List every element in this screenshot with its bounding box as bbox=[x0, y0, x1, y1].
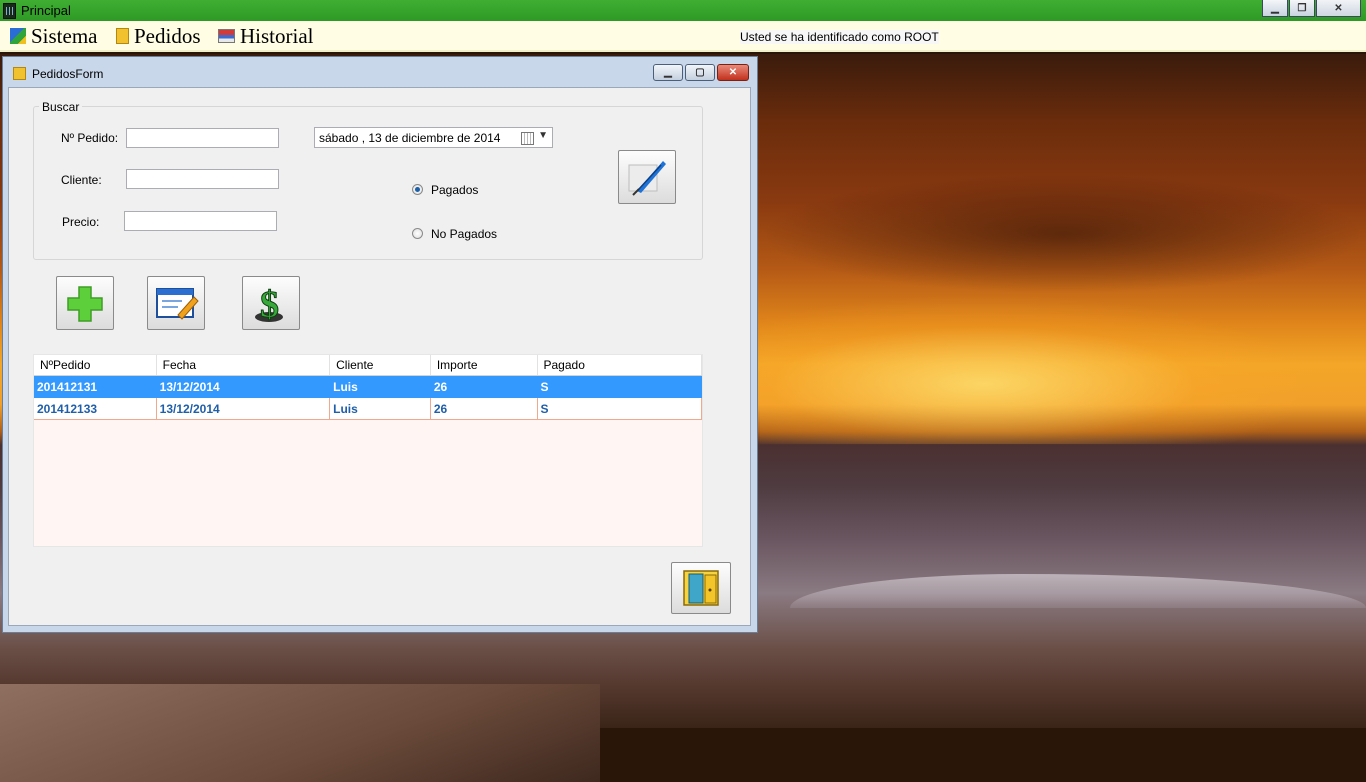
cell-fecha[interactable]: 13/12/2014 bbox=[156, 398, 331, 420]
exit-button[interactable] bbox=[671, 562, 731, 614]
no-pagados-label[interactable]: No Pagados bbox=[431, 227, 497, 241]
pedido-label: Nº Pedido: bbox=[61, 131, 119, 145]
minimize-icon: ▁ bbox=[1271, 2, 1279, 14]
date-value: sábado , 13 de diciembre de 2014 bbox=[319, 131, 501, 145]
precio-input[interactable] bbox=[124, 211, 277, 231]
restore-icon: ❐ bbox=[1297, 2, 1307, 14]
menu-bar: Sistema Pedidos Historial Usted se ha id… bbox=[0, 21, 1366, 52]
menu-item-label: Pedidos bbox=[134, 23, 201, 48]
form-client-area: Buscar Nº Pedido: Cliente: Precio: sábad… bbox=[8, 87, 751, 626]
maximize-icon: ▢ bbox=[695, 67, 705, 78]
plus-icon bbox=[67, 286, 103, 322]
app-icon bbox=[3, 3, 16, 19]
pedidos-icon bbox=[116, 28, 129, 44]
background-wave bbox=[790, 574, 1366, 608]
background-sand bbox=[0, 684, 600, 782]
window-controls: ▁ ❐ ✕ bbox=[1261, 0, 1361, 17]
column-header-pedido[interactable]: NºPedido bbox=[34, 355, 157, 375]
cell-pagado[interactable]: S bbox=[537, 398, 703, 420]
calendar-icon[interactable] bbox=[521, 132, 534, 145]
main-window-title: Principal bbox=[21, 3, 71, 18]
cell-cliente[interactable]: Luis bbox=[330, 376, 431, 398]
search-groupbox: Buscar Nº Pedido: Cliente: Precio: sábad… bbox=[33, 100, 703, 260]
column-header-fecha[interactable]: Fecha bbox=[157, 355, 331, 375]
column-header-pagado[interactable]: Pagado bbox=[538, 355, 702, 375]
menu-item-sistema[interactable]: Sistema bbox=[10, 23, 98, 48]
sistema-icon bbox=[10, 28, 26, 44]
cliente-input[interactable] bbox=[126, 169, 279, 189]
cell-pedido[interactable]: 201412131 bbox=[34, 376, 157, 398]
restore-button[interactable]: ❐ bbox=[1289, 0, 1315, 17]
precio-label: Precio: bbox=[62, 215, 100, 229]
date-picker[interactable]: sábado , 13 de diciembre de 2014 ▼ bbox=[314, 127, 553, 148]
no-pagados-radio[interactable] bbox=[412, 228, 423, 239]
form-icon bbox=[13, 67, 26, 80]
close-icon: ✕ bbox=[1334, 2, 1343, 14]
close-icon: ✕ bbox=[728, 67, 738, 78]
minimize-button[interactable]: ▁ bbox=[1262, 0, 1288, 17]
background-clouds bbox=[760, 174, 1366, 294]
chevron-down-icon[interactable]: ▼ bbox=[538, 130, 548, 141]
login-status: Usted se ha identificado como ROOT bbox=[740, 30, 939, 44]
cell-pagado[interactable]: S bbox=[537, 376, 703, 398]
pagados-radio[interactable] bbox=[412, 184, 423, 195]
minimize-icon: ▁ bbox=[664, 67, 672, 78]
cell-importe[interactable]: 26 bbox=[430, 376, 538, 398]
edit-form-icon bbox=[156, 288, 199, 320]
menu-item-label: Historial bbox=[240, 23, 314, 48]
menu-item-historial[interactable]: Historial bbox=[218, 23, 314, 48]
form-title-bar[interactable]: PedidosForm ▁ ▢ ✕ bbox=[3, 57, 757, 87]
table-row[interactable]: 201412133 13/12/2014 Luis 26 S bbox=[34, 398, 703, 420]
close-button[interactable]: ✕ bbox=[1316, 0, 1361, 17]
form-close-button[interactable]: ✕ bbox=[717, 64, 749, 81]
cell-cliente[interactable]: Luis bbox=[330, 398, 431, 420]
add-pedido-button[interactable] bbox=[56, 276, 114, 330]
form-window-controls: ▁ ▢ ✕ bbox=[651, 64, 749, 81]
cell-fecha[interactable]: 13/12/2014 bbox=[156, 376, 331, 398]
menu-item-label: Sistema bbox=[31, 23, 98, 48]
column-header-cliente[interactable]: Cliente bbox=[330, 355, 431, 375]
search-legend: Buscar bbox=[39, 100, 83, 114]
form-title: PedidosForm bbox=[32, 67, 104, 81]
svg-text:$: $ bbox=[260, 284, 279, 326]
cell-pedido[interactable]: 201412133 bbox=[34, 398, 157, 420]
cell-importe[interactable]: 26 bbox=[430, 398, 538, 420]
quill-icon bbox=[628, 161, 666, 196]
form-maximize-button[interactable]: ▢ bbox=[685, 64, 715, 81]
cliente-label: Cliente: bbox=[61, 173, 102, 187]
exit-door-icon bbox=[683, 570, 719, 606]
pay-pedido-button[interactable]: $ bbox=[242, 276, 300, 330]
pedidos-form-window: PedidosForm ▁ ▢ ✕ Buscar Nº Pedido: Clie… bbox=[2, 56, 758, 633]
table-row[interactable]: 201412131 13/12/2014 Luis 26 S bbox=[34, 376, 703, 398]
search-button[interactable] bbox=[618, 150, 676, 204]
edit-pedido-button[interactable] bbox=[147, 276, 205, 330]
form-minimize-button[interactable]: ▁ bbox=[653, 64, 683, 81]
pedidos-grid[interactable]: NºPedido Fecha Cliente Importe Pagado 20… bbox=[33, 354, 703, 547]
pedido-input[interactable] bbox=[126, 128, 279, 148]
pagados-label[interactable]: Pagados bbox=[431, 183, 478, 197]
column-header-importe[interactable]: Importe bbox=[431, 355, 538, 375]
grid-header: NºPedido Fecha Cliente Importe Pagado bbox=[34, 355, 702, 376]
dollar-icon: $ bbox=[255, 284, 283, 327]
historial-icon bbox=[218, 29, 235, 43]
menu-item-pedidos[interactable]: Pedidos bbox=[116, 23, 201, 48]
main-title-bar[interactable]: Principal ▁ ❐ ✕ bbox=[0, 0, 1366, 21]
background-sun-glow bbox=[760, 294, 1320, 444]
